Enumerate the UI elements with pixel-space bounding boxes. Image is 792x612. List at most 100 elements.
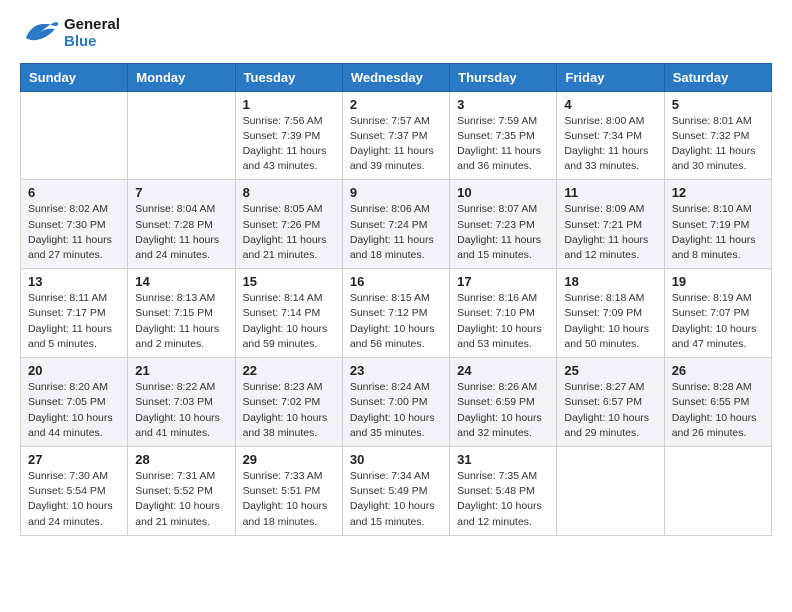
calendar-cell: 20 Sunrise: 8:20 AMSunset: 7:05 PMDaylig… (21, 358, 128, 447)
day-info: Sunrise: 8:10 AMSunset: 7:19 PMDaylight:… (672, 202, 764, 263)
day-info: Sunrise: 7:33 AMSunset: 5:51 PMDaylight:… (243, 469, 335, 530)
day-number: 7 (135, 185, 227, 200)
day-number: 26 (672, 363, 764, 378)
calendar-cell: 7 Sunrise: 8:04 AMSunset: 7:28 PMDayligh… (128, 180, 235, 269)
day-number: 6 (28, 185, 120, 200)
calendar-week-row: 1 Sunrise: 7:56 AMSunset: 7:39 PMDayligh… (21, 91, 772, 180)
calendar-cell: 27 Sunrise: 7:30 AMSunset: 5:54 PMDaylig… (21, 447, 128, 536)
calendar-cell: 12 Sunrise: 8:10 AMSunset: 7:19 PMDaylig… (664, 180, 771, 269)
day-number: 19 (672, 274, 764, 289)
calendar-cell: 11 Sunrise: 8:09 AMSunset: 7:21 PMDaylig… (557, 180, 664, 269)
day-info: Sunrise: 8:04 AMSunset: 7:28 PMDaylight:… (135, 202, 227, 263)
calendar-cell: 10 Sunrise: 8:07 AMSunset: 7:23 PMDaylig… (450, 180, 557, 269)
day-number: 30 (350, 452, 442, 467)
day-number: 25 (564, 363, 656, 378)
col-tuesday: Tuesday (235, 63, 342, 91)
day-info: Sunrise: 7:59 AMSunset: 7:35 PMDaylight:… (457, 114, 549, 175)
col-wednesday: Wednesday (342, 63, 449, 91)
day-number: 9 (350, 185, 442, 200)
day-number: 23 (350, 363, 442, 378)
col-sunday: Sunday (21, 63, 128, 91)
day-number: 3 (457, 97, 549, 112)
calendar-cell (128, 91, 235, 180)
calendar-week-row: 13 Sunrise: 8:11 AMSunset: 7:17 PMDaylig… (21, 269, 772, 358)
day-number: 5 (672, 97, 764, 112)
calendar-cell: 1 Sunrise: 7:56 AMSunset: 7:39 PMDayligh… (235, 91, 342, 180)
day-info: Sunrise: 7:31 AMSunset: 5:52 PMDaylight:… (135, 469, 227, 530)
calendar-cell: 23 Sunrise: 8:24 AMSunset: 7:00 PMDaylig… (342, 358, 449, 447)
calendar-week-row: 6 Sunrise: 8:02 AMSunset: 7:30 PMDayligh… (21, 180, 772, 269)
calendar-cell: 17 Sunrise: 8:16 AMSunset: 7:10 PMDaylig… (450, 269, 557, 358)
col-saturday: Saturday (664, 63, 771, 91)
day-info: Sunrise: 8:22 AMSunset: 7:03 PMDaylight:… (135, 380, 227, 441)
calendar-cell: 19 Sunrise: 8:19 AMSunset: 7:07 PMDaylig… (664, 269, 771, 358)
day-info: Sunrise: 8:01 AMSunset: 7:32 PMDaylight:… (672, 114, 764, 175)
day-number: 16 (350, 274, 442, 289)
day-info: Sunrise: 7:56 AMSunset: 7:39 PMDaylight:… (243, 114, 335, 175)
day-number: 12 (672, 185, 764, 200)
day-info: Sunrise: 8:20 AMSunset: 7:05 PMDaylight:… (28, 380, 120, 441)
day-number: 1 (243, 97, 335, 112)
calendar-cell: 16 Sunrise: 8:15 AMSunset: 7:12 PMDaylig… (342, 269, 449, 358)
day-info: Sunrise: 8:07 AMSunset: 7:23 PMDaylight:… (457, 202, 549, 263)
day-number: 13 (28, 274, 120, 289)
day-info: Sunrise: 8:15 AMSunset: 7:12 PMDaylight:… (350, 291, 442, 352)
calendar-cell: 14 Sunrise: 8:13 AMSunset: 7:15 PMDaylig… (128, 269, 235, 358)
day-info: Sunrise: 7:35 AMSunset: 5:48 PMDaylight:… (457, 469, 549, 530)
col-thursday: Thursday (450, 63, 557, 91)
day-number: 17 (457, 274, 549, 289)
calendar-cell: 24 Sunrise: 8:26 AMSunset: 6:59 PMDaylig… (450, 358, 557, 447)
day-info: Sunrise: 8:28 AMSunset: 6:55 PMDaylight:… (672, 380, 764, 441)
day-number: 4 (564, 97, 656, 112)
day-info: Sunrise: 8:11 AMSunset: 7:17 PMDaylight:… (28, 291, 120, 352)
logo: General Blue (20, 16, 120, 51)
calendar-cell: 28 Sunrise: 7:31 AMSunset: 5:52 PMDaylig… (128, 447, 235, 536)
day-info: Sunrise: 7:30 AMSunset: 5:54 PMDaylight:… (28, 469, 120, 530)
day-info: Sunrise: 7:34 AMSunset: 5:49 PMDaylight:… (350, 469, 442, 530)
calendar-cell: 18 Sunrise: 8:18 AMSunset: 7:09 PMDaylig… (557, 269, 664, 358)
day-info: Sunrise: 8:09 AMSunset: 7:21 PMDaylight:… (564, 202, 656, 263)
col-friday: Friday (557, 63, 664, 91)
day-number: 14 (135, 274, 227, 289)
day-info: Sunrise: 8:24 AMSunset: 7:00 PMDaylight:… (350, 380, 442, 441)
col-monday: Monday (128, 63, 235, 91)
calendar-cell (21, 91, 128, 180)
day-info: Sunrise: 8:06 AMSunset: 7:24 PMDaylight:… (350, 202, 442, 263)
calendar-cell: 4 Sunrise: 8:00 AMSunset: 7:34 PMDayligh… (557, 91, 664, 180)
day-info: Sunrise: 8:18 AMSunset: 7:09 PMDaylight:… (564, 291, 656, 352)
day-info: Sunrise: 8:26 AMSunset: 6:59 PMDaylight:… (457, 380, 549, 441)
day-info: Sunrise: 8:16 AMSunset: 7:10 PMDaylight:… (457, 291, 549, 352)
day-number: 21 (135, 363, 227, 378)
day-number: 27 (28, 452, 120, 467)
calendar-cell: 26 Sunrise: 8:28 AMSunset: 6:55 PMDaylig… (664, 358, 771, 447)
day-number: 28 (135, 452, 227, 467)
calendar-cell: 9 Sunrise: 8:06 AMSunset: 7:24 PMDayligh… (342, 180, 449, 269)
day-number: 15 (243, 274, 335, 289)
calendar-cell (664, 447, 771, 536)
day-info: Sunrise: 8:13 AMSunset: 7:15 PMDaylight:… (135, 291, 227, 352)
calendar-cell: 22 Sunrise: 8:23 AMSunset: 7:02 PMDaylig… (235, 358, 342, 447)
calendar-cell: 6 Sunrise: 8:02 AMSunset: 7:30 PMDayligh… (21, 180, 128, 269)
day-info: Sunrise: 8:05 AMSunset: 7:26 PMDaylight:… (243, 202, 335, 263)
logo-bird-icon (20, 17, 58, 49)
page-header: General Blue (20, 16, 772, 51)
day-number: 10 (457, 185, 549, 200)
calendar-header-row: Sunday Monday Tuesday Wednesday Thursday… (21, 63, 772, 91)
calendar-cell: 2 Sunrise: 7:57 AMSunset: 7:37 PMDayligh… (342, 91, 449, 180)
day-number: 24 (457, 363, 549, 378)
calendar-cell: 30 Sunrise: 7:34 AMSunset: 5:49 PMDaylig… (342, 447, 449, 536)
day-number: 2 (350, 97, 442, 112)
day-number: 11 (564, 185, 656, 200)
day-number: 29 (243, 452, 335, 467)
day-info: Sunrise: 7:57 AMSunset: 7:37 PMDaylight:… (350, 114, 442, 175)
day-number: 18 (564, 274, 656, 289)
calendar-cell: 25 Sunrise: 8:27 AMSunset: 6:57 PMDaylig… (557, 358, 664, 447)
day-number: 8 (243, 185, 335, 200)
calendar-cell: 21 Sunrise: 8:22 AMSunset: 7:03 PMDaylig… (128, 358, 235, 447)
day-info: Sunrise: 8:00 AMSunset: 7:34 PMDaylight:… (564, 114, 656, 175)
calendar-week-row: 20 Sunrise: 8:20 AMSunset: 7:05 PMDaylig… (21, 358, 772, 447)
calendar-week-row: 27 Sunrise: 7:30 AMSunset: 5:54 PMDaylig… (21, 447, 772, 536)
calendar-cell: 13 Sunrise: 8:11 AMSunset: 7:17 PMDaylig… (21, 269, 128, 358)
day-info: Sunrise: 8:14 AMSunset: 7:14 PMDaylight:… (243, 291, 335, 352)
day-info: Sunrise: 8:19 AMSunset: 7:07 PMDaylight:… (672, 291, 764, 352)
